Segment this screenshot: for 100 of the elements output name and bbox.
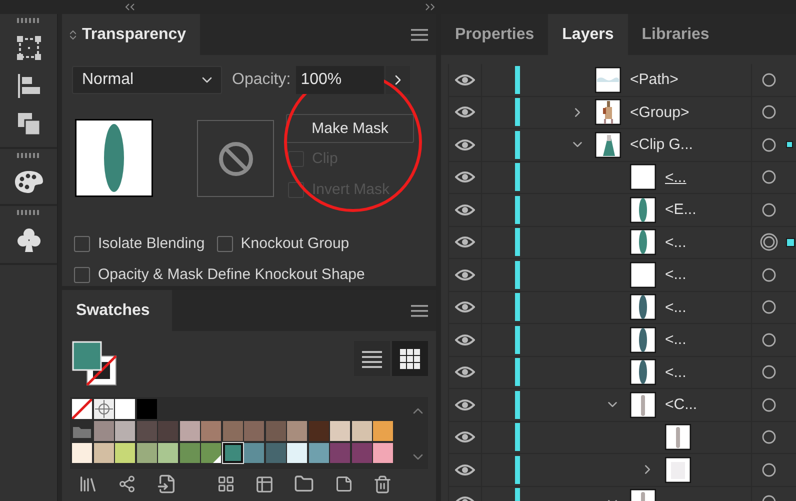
circle-icon[interactable] <box>760 200 778 219</box>
circle-icon[interactable] <box>760 103 778 122</box>
color-swatch[interactable] <box>373 421 393 441</box>
panel-tab[interactable]: Properties <box>441 14 548 55</box>
eye-icon[interactable] <box>455 236 475 248</box>
color-swatch[interactable] <box>266 443 286 463</box>
color-swatch[interactable] <box>287 421 307 441</box>
chevron-right-button[interactable] <box>386 66 410 94</box>
new-swatch-icon[interactable] <box>334 475 353 493</box>
eye-icon[interactable] <box>455 431 475 444</box>
color-swatch[interactable] <box>180 421 200 441</box>
mask-thumbnail[interactable] <box>197 120 274 197</box>
color-swatch[interactable] <box>136 399 156 419</box>
transform-icon[interactable] <box>16 35 42 61</box>
pathfinder-icon[interactable] <box>16 111 42 137</box>
color-swatch[interactable] <box>222 443 242 463</box>
layer-row[interactable]: <... <box>449 259 796 292</box>
panel-tab[interactable]: Transparency <box>62 14 200 55</box>
eye-icon[interactable] <box>455 171 475 184</box>
color-swatch[interactable] <box>158 443 178 463</box>
circle-icon[interactable] <box>760 428 778 446</box>
eye-icon[interactable] <box>455 398 475 411</box>
layer-row[interactable]: <Path> <box>449 64 796 96</box>
registration-swatch[interactable] <box>94 399 114 419</box>
color-swatch[interactable] <box>115 399 135 419</box>
trash-icon[interactable] <box>372 474 392 494</box>
color-swatch[interactable] <box>308 443 328 463</box>
color-swatch[interactable] <box>94 443 114 463</box>
selection-indicator[interactable] <box>786 238 795 247</box>
double-circle-icon[interactable] <box>760 233 778 252</box>
color-swatch[interactable] <box>244 421 264 441</box>
color-swatch[interactable] <box>330 443 350 463</box>
align-left-icon[interactable] <box>16 73 42 99</box>
opacity-field[interactable]: 100% <box>296 66 384 94</box>
checkbox[interactable] <box>216 236 233 252</box>
library-icon[interactable] <box>78 474 98 494</box>
circle-icon[interactable] <box>760 168 778 186</box>
blend-mode-dropdown[interactable]: Normal <box>72 66 222 94</box>
checkbox[interactable] <box>74 236 90 252</box>
circle-icon[interactable] <box>760 396 778 414</box>
table-icon[interactable] <box>255 474 274 494</box>
share-icon[interactable] <box>118 475 136 493</box>
color-swatch[interactable] <box>222 421 242 441</box>
color-swatch[interactable] <box>373 443 393 463</box>
circle-icon[interactable] <box>760 460 778 479</box>
layer-row[interactable]: <Clip G... <box>449 129 796 162</box>
circle-icon[interactable] <box>760 266 778 284</box>
artwork-thumbnail[interactable] <box>75 119 153 197</box>
eye-icon[interactable] <box>455 366 475 378</box>
color-swatch[interactable] <box>94 421 114 441</box>
layer-row[interactable]: <E... <box>449 194 796 226</box>
grip-icon[interactable] <box>16 18 40 23</box>
circle-icon[interactable] <box>760 298 778 316</box>
list-view-button[interactable] <box>354 341 390 376</box>
panel-tab[interactable]: Swatches <box>62 290 172 331</box>
color-swatch[interactable] <box>308 421 328 441</box>
color-swatch[interactable] <box>180 443 200 463</box>
import-icon[interactable] <box>156 474 177 494</box>
color-swatch[interactable] <box>201 443 221 463</box>
color-swatch[interactable] <box>287 443 307 463</box>
menu-icon[interactable] <box>411 28 428 42</box>
grip-icon[interactable] <box>16 210 40 215</box>
none-swatch[interactable] <box>72 399 92 419</box>
circle-icon[interactable] <box>760 363 778 382</box>
folder-icon[interactable] <box>294 474 314 494</box>
color-swatch[interactable] <box>201 421 221 441</box>
eye-icon[interactable] <box>455 106 475 118</box>
grid-view-button[interactable] <box>392 341 428 376</box>
grid-options-icon[interactable] <box>216 475 235 493</box>
panel-tab[interactable]: Libraries <box>628 14 724 55</box>
eye-icon[interactable] <box>455 74 475 86</box>
eye-icon[interactable] <box>455 268 475 281</box>
grip-icon[interactable] <box>16 153 40 158</box>
circle-icon[interactable] <box>760 330 778 349</box>
color-swatch[interactable] <box>352 443 372 463</box>
layer-row[interactable]: <... <box>449 292 796 324</box>
expand-icon[interactable] <box>424 3 436 11</box>
menu-icon[interactable] <box>411 304 428 318</box>
color-swatch[interactable] <box>115 421 135 441</box>
layer-row[interactable]: <Group> <box>449 96 796 129</box>
panel-tab[interactable]: Layers <box>548 14 628 55</box>
color-swatch[interactable] <box>115 443 135 463</box>
club-icon[interactable] <box>16 227 42 253</box>
layer-row[interactable]: <... <box>449 356 796 389</box>
color-swatch[interactable] <box>158 421 178 441</box>
collapse-icon[interactable] <box>124 3 136 11</box>
eye-icon[interactable] <box>455 138 475 151</box>
circle-icon[interactable] <box>760 70 778 89</box>
layer-row[interactable]: <C... <box>449 389 796 422</box>
make-mask-button[interactable]: Make Mask <box>286 114 414 143</box>
circle-icon[interactable] <box>760 136 778 154</box>
eye-icon[interactable] <box>455 204 475 216</box>
color-swatch[interactable] <box>136 421 156 441</box>
layer-row[interactable]: <... <box>449 324 796 356</box>
color-swatch[interactable] <box>72 443 92 463</box>
eye-icon[interactable] <box>455 301 475 314</box>
layer-row[interactable] <box>449 422 796 454</box>
layer-row[interactable]: <... <box>449 162 796 194</box>
color-swatch[interactable] <box>330 421 350 441</box>
checkbox[interactable] <box>74 266 90 282</box>
